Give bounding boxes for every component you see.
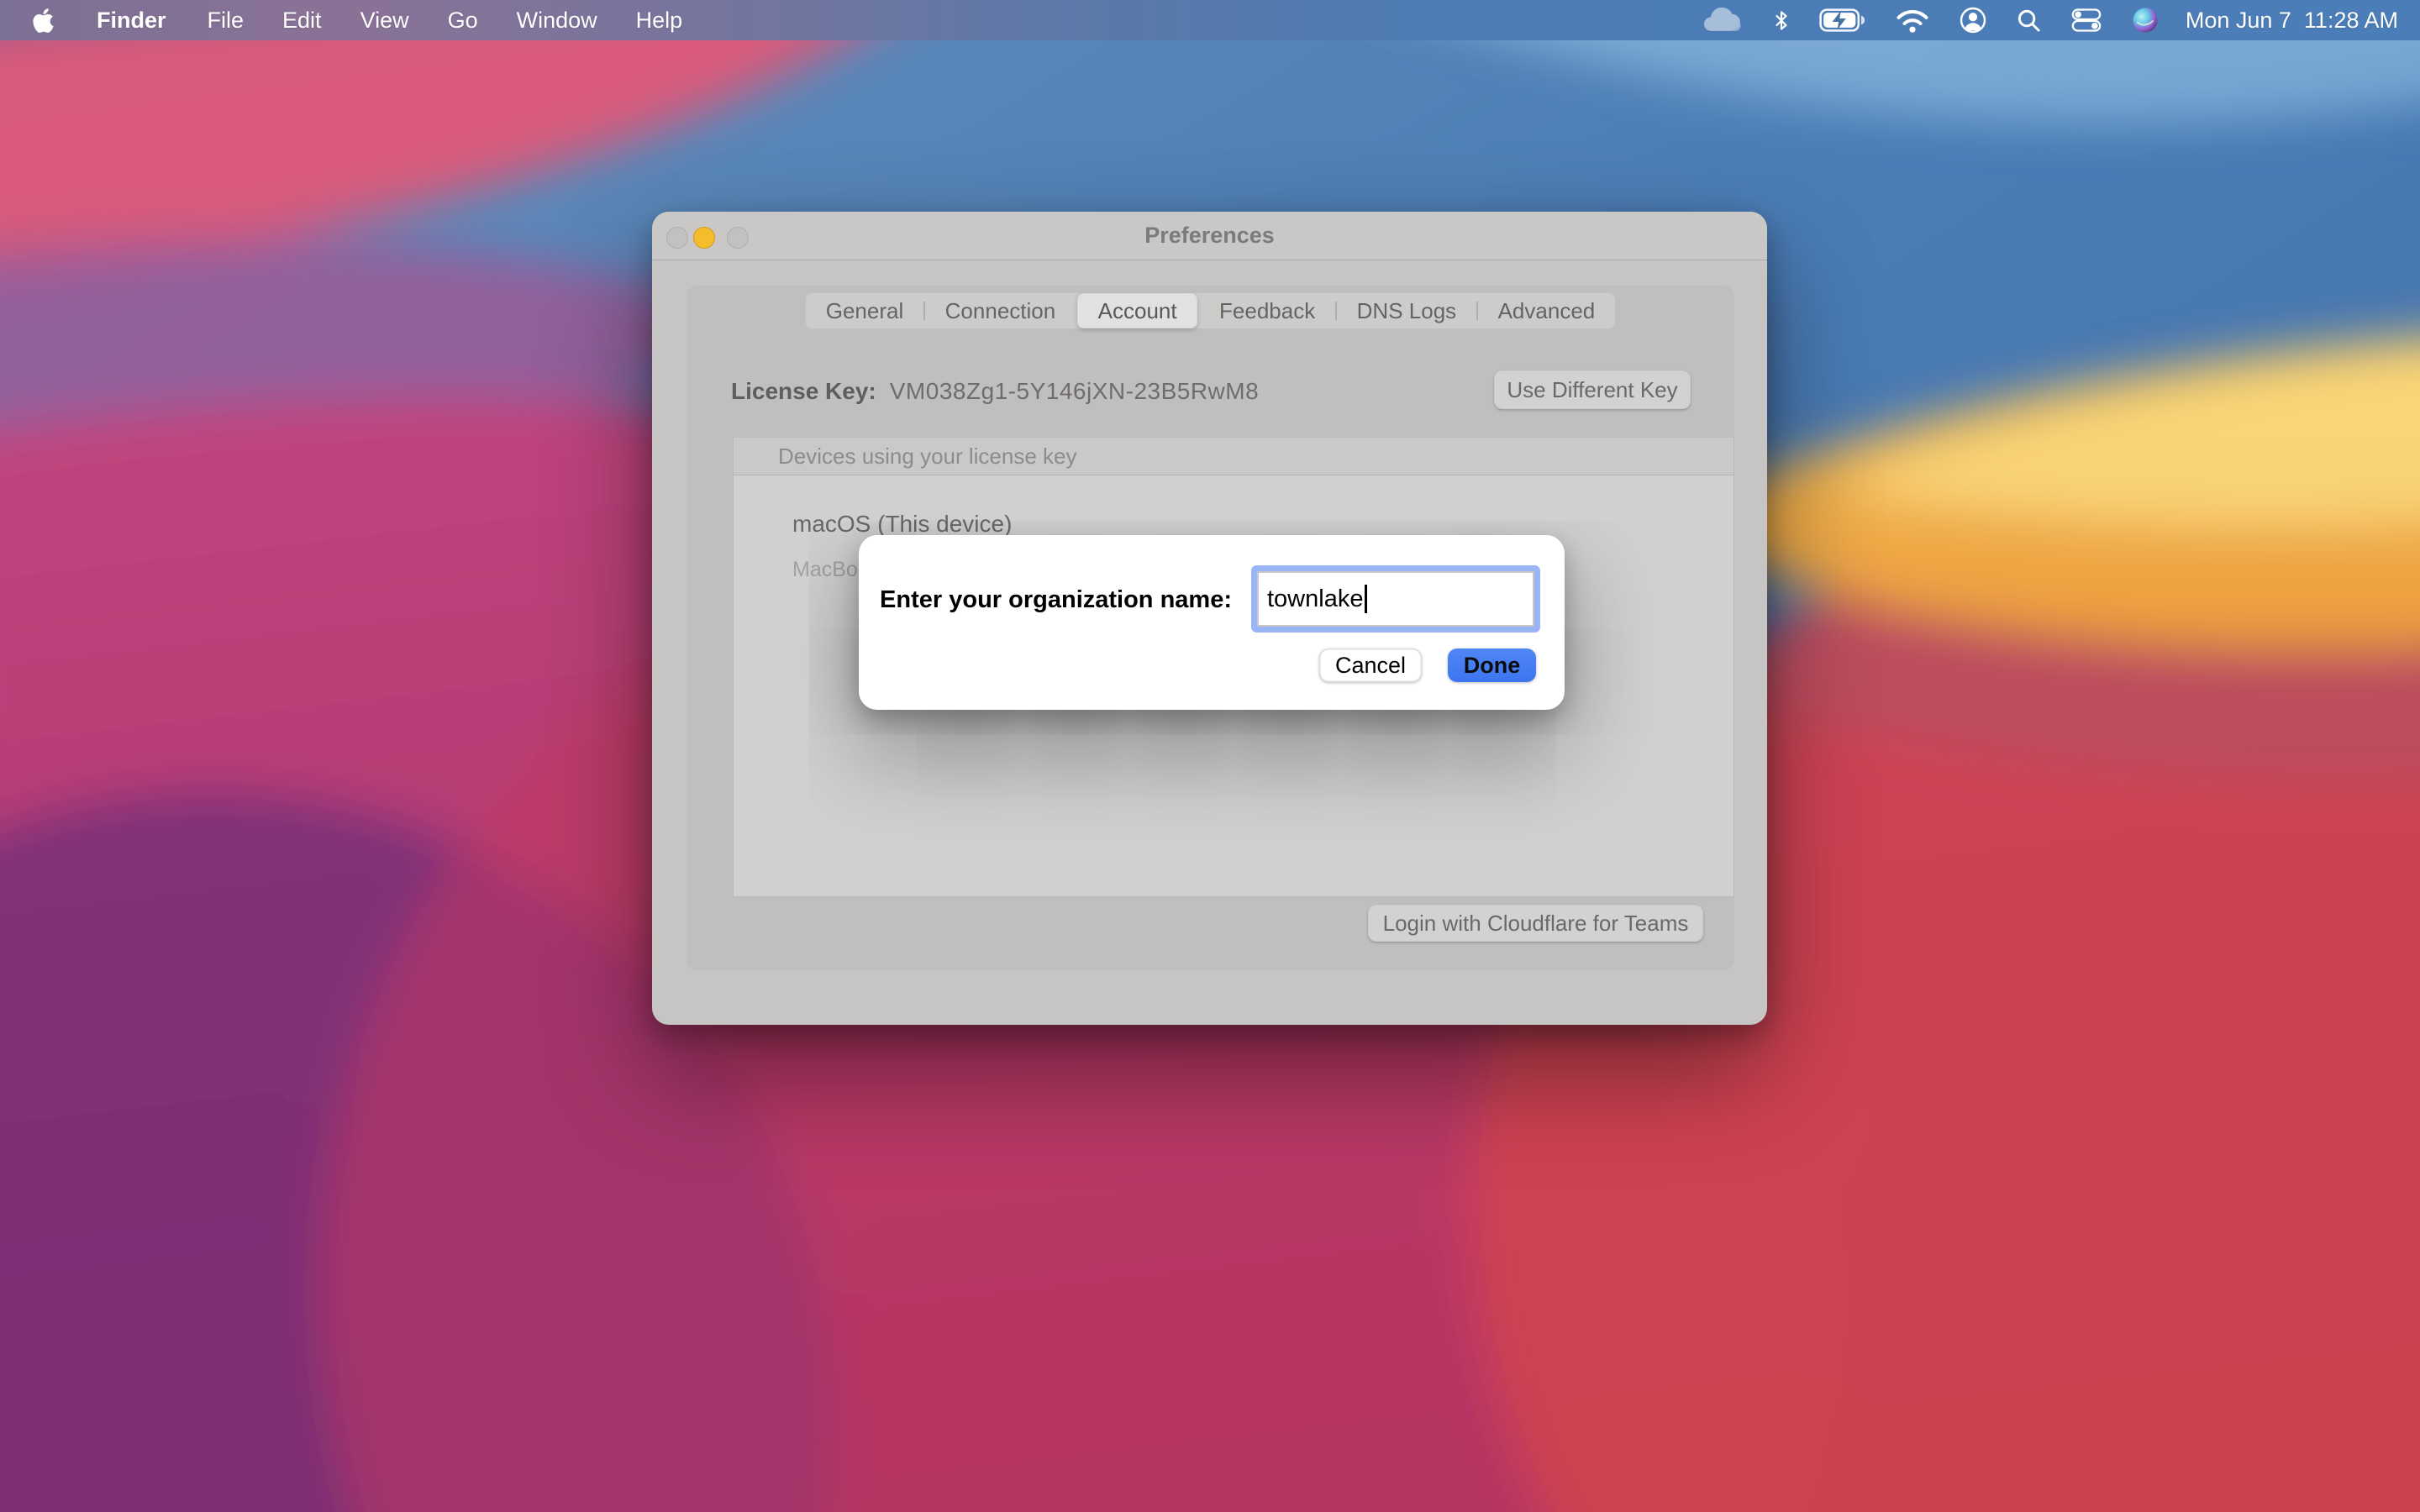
siri-icon[interactable]: [2117, 0, 2174, 40]
user-icon[interactable]: [1944, 0, 2002, 40]
text-caret: [1365, 585, 1367, 613]
devices-panel-header: Devices using your license key: [734, 438, 1733, 475]
control-center-icon[interactable]: [2056, 0, 2117, 40]
login-cloudflare-teams-button[interactable]: Login with Cloudflare for Teams: [1368, 905, 1703, 942]
title-bar[interactable]: Preferences: [652, 212, 1767, 260]
battery-charging-icon[interactable]: [1805, 0, 1881, 40]
search-icon[interactable]: [2002, 0, 2056, 40]
tab-connection[interactable]: Connection: [924, 292, 1076, 329]
tab-bar: General Connection Account Feedback DNS …: [805, 292, 1616, 329]
tab-advanced[interactable]: Advanced: [1477, 292, 1616, 329]
menu-bar-clock[interactable]: Mon Jun 7 11:28 AM: [2174, 8, 2403, 34]
menu-bar-menus: Finder File Edit View Go Window Help: [0, 0, 702, 40]
done-button[interactable]: Done: [1448, 648, 1536, 682]
tab-dns-logs[interactable]: DNS Logs: [1336, 292, 1477, 329]
apple-menu[interactable]: [0, 0, 75, 40]
license-key-label: License Key:: [731, 378, 876, 405]
device-name: macOS (This device): [792, 511, 1733, 538]
menu-item-file[interactable]: File: [188, 0, 264, 40]
close-button[interactable]: [666, 227, 688, 249]
wifi-icon[interactable]: [1881, 0, 1944, 40]
tab-general[interactable]: General: [805, 292, 924, 329]
organization-name-input[interactable]: townlake: [1257, 571, 1534, 627]
menu-item-go[interactable]: Go: [429, 0, 497, 40]
zoom-button[interactable]: [727, 227, 749, 249]
license-key-value: VM038Zg1-5Y146jXN-23B5RwM8: [890, 378, 1259, 405]
bluetooth-icon[interactable]: [1758, 0, 1805, 40]
cloudflare-icon[interactable]: [1687, 0, 1758, 40]
menu-item-view[interactable]: View: [341, 0, 429, 40]
menu-item-finder[interactable]: Finder: [75, 0, 188, 40]
menu-item-edit[interactable]: Edit: [263, 0, 341, 40]
menu-bar: Finder File Edit View Go Window Help: [0, 0, 2420, 40]
organization-name-dialog: Enter your organization name: townlake C…: [859, 535, 1565, 710]
organization-name-label: Enter your organization name:: [859, 586, 1232, 614]
use-different-key-button[interactable]: Use Different Key: [1494, 370, 1691, 409]
license-key-row: License Key: VM038Zg1-5Y146jXN-23B5RwM8: [731, 378, 1259, 405]
menu-item-window[interactable]: Window: [497, 0, 617, 40]
minimize-button[interactable]: [693, 227, 715, 249]
window-title: Preferences: [1144, 223, 1275, 249]
menu-bar-status: Mon Jun 7 11:28 AM: [1687, 0, 2420, 40]
organization-name-input-value: townlake: [1267, 585, 1363, 613]
tab-feedback[interactable]: Feedback: [1198, 292, 1336, 329]
apple-icon: [32, 7, 55, 34]
menu-item-help[interactable]: Help: [617, 0, 702, 40]
tab-account[interactable]: Account: [1077, 293, 1197, 328]
cancel-button[interactable]: Cancel: [1319, 648, 1422, 682]
